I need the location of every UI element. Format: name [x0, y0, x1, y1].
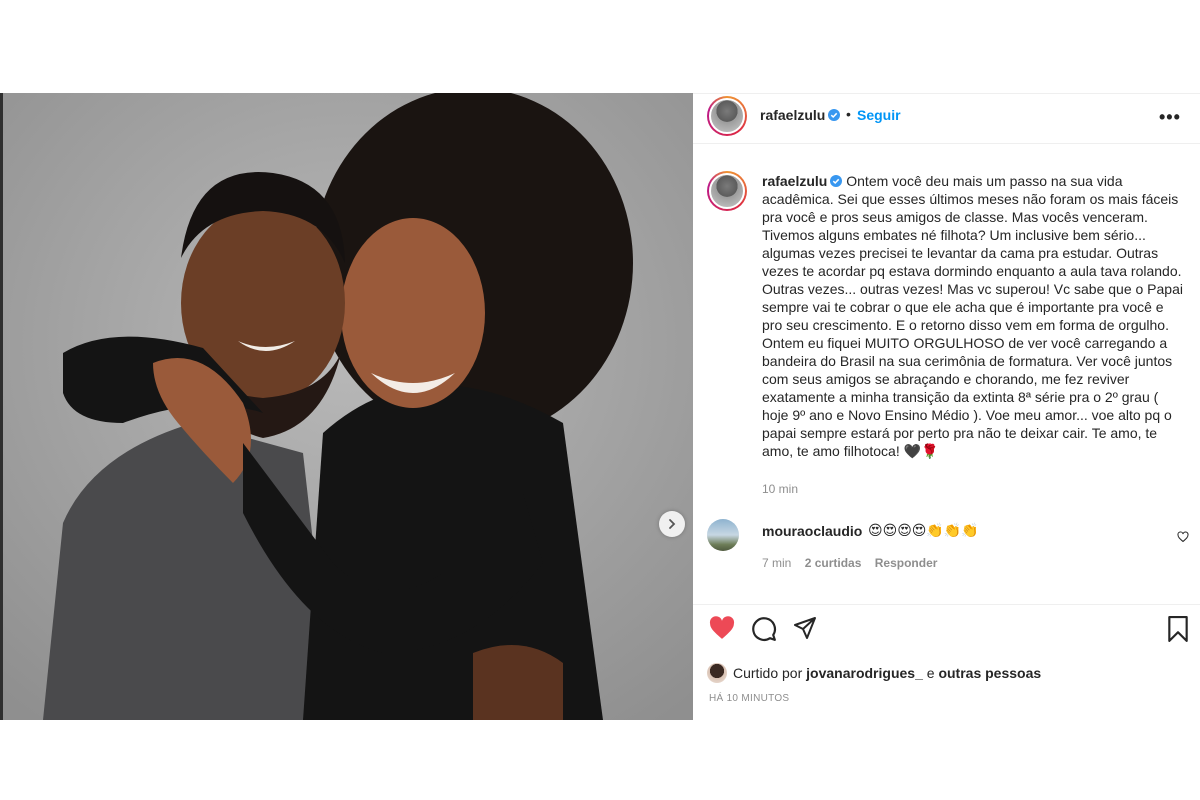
caption-line: acadêmica. Sei que esses últimos meses n…	[762, 191, 1179, 207]
photo-illustration	[3, 93, 693, 720]
commenter-username[interactable]: mouraoclaudio	[762, 523, 862, 539]
caption-line: com seus amigos se abraçando e chorando,…	[762, 371, 1130, 387]
author-avatar[interactable]	[707, 96, 747, 136]
post-actions: Curtido por jovanarodrigues_ e outras pe…	[693, 604, 1200, 721]
caption-line: papai sempre estará por perto pra não te…	[762, 425, 1158, 441]
caption-line: Ontem eu fiquei MUITO ORGULHOSO de ver v…	[762, 335, 1168, 351]
heart-filled-icon[interactable]	[709, 616, 735, 640]
comment-text: 😍😍😍😍👏👏👏	[868, 522, 979, 538]
post-panel: rafaelzulu • Seguir ••• rafaelzulu Ontem…	[693, 93, 1200, 721]
caption-text: rafaelzulu Ontem você deu mais um passo …	[762, 172, 1200, 460]
bookmark-icon[interactable]	[1167, 616, 1189, 642]
caption-line: exatamente a minha transição da extinta …	[762, 389, 1159, 405]
caption-line: amo, te amo filhotoca! 🖤🌹	[762, 443, 939, 459]
post-header: rafaelzulu • Seguir •••	[693, 94, 1200, 144]
caption-username[interactable]: rafaelzulu	[762, 173, 827, 189]
comment-likes-link[interactable]: 2 curtidas	[805, 556, 862, 570]
liker-avatar[interactable]	[707, 663, 727, 683]
next-photo-button[interactable]	[659, 511, 685, 537]
caption-line: Outras vezes... outras vezes! Mas vc sup…	[762, 281, 1183, 297]
liked-by: Curtido por jovanarodrigues_ e outras pe…	[707, 663, 1041, 683]
caption-timestamp: 10 min	[762, 482, 799, 496]
liked-by-user[interactable]: jovanarodrigues_	[806, 665, 923, 681]
commenter-avatar[interactable]	[707, 519, 739, 551]
caption-line: Ontem você deu mais um passo na sua vida	[846, 173, 1123, 189]
comment-time: 7 min	[762, 556, 792, 570]
author-username[interactable]: rafaelzulu	[760, 107, 825, 123]
liked-by-others[interactable]: outras pessoas	[938, 665, 1041, 681]
caption-line: hoje 9º ano e Novo Ensino Médio ). Voe m…	[762, 407, 1172, 423]
caption-avatar[interactable]	[707, 171, 747, 211]
caption-line: pra você e pros seus amigos de classe. M…	[762, 209, 1148, 225]
follow-button[interactable]: Seguir	[857, 107, 901, 123]
post-timestamp: HÁ 10 MINUTOS	[709, 693, 790, 704]
comment-bubble-icon[interactable]	[751, 616, 777, 642]
liked-by-joiner: e	[926, 665, 935, 681]
comment-like-icon[interactable]	[1177, 531, 1189, 543]
header-separator: •	[846, 106, 851, 122]
chevron-right-icon	[669, 519, 676, 529]
comment-reply-button[interactable]: Responder	[875, 556, 938, 570]
post-photo[interactable]	[0, 93, 693, 720]
comment-meta: 7 min 2 curtidas Responder	[762, 556, 947, 570]
caption-line: pro seu crescimento. E o retorno disso v…	[762, 317, 1169, 333]
caption-line: algumas vezes precisei te levantar da ca…	[762, 245, 1159, 261]
caption-line: vezes te acordar pq estava dormindo enqu…	[762, 263, 1182, 279]
paper-plane-icon[interactable]	[792, 616, 818, 640]
more-options-button[interactable]: •••	[1159, 107, 1181, 128]
liked-by-prefix: Curtido por	[733, 665, 803, 681]
verified-badge-icon	[830, 175, 843, 187]
verified-badge-icon	[828, 109, 840, 121]
caption-line: sempre vai te cobrar o que ele acha que …	[762, 299, 1164, 315]
caption-line: bandeira do Brasil na sua cerimônia de f…	[762, 353, 1173, 369]
caption-line: Tivemos alguns embates né filhota? Um in…	[762, 227, 1146, 243]
